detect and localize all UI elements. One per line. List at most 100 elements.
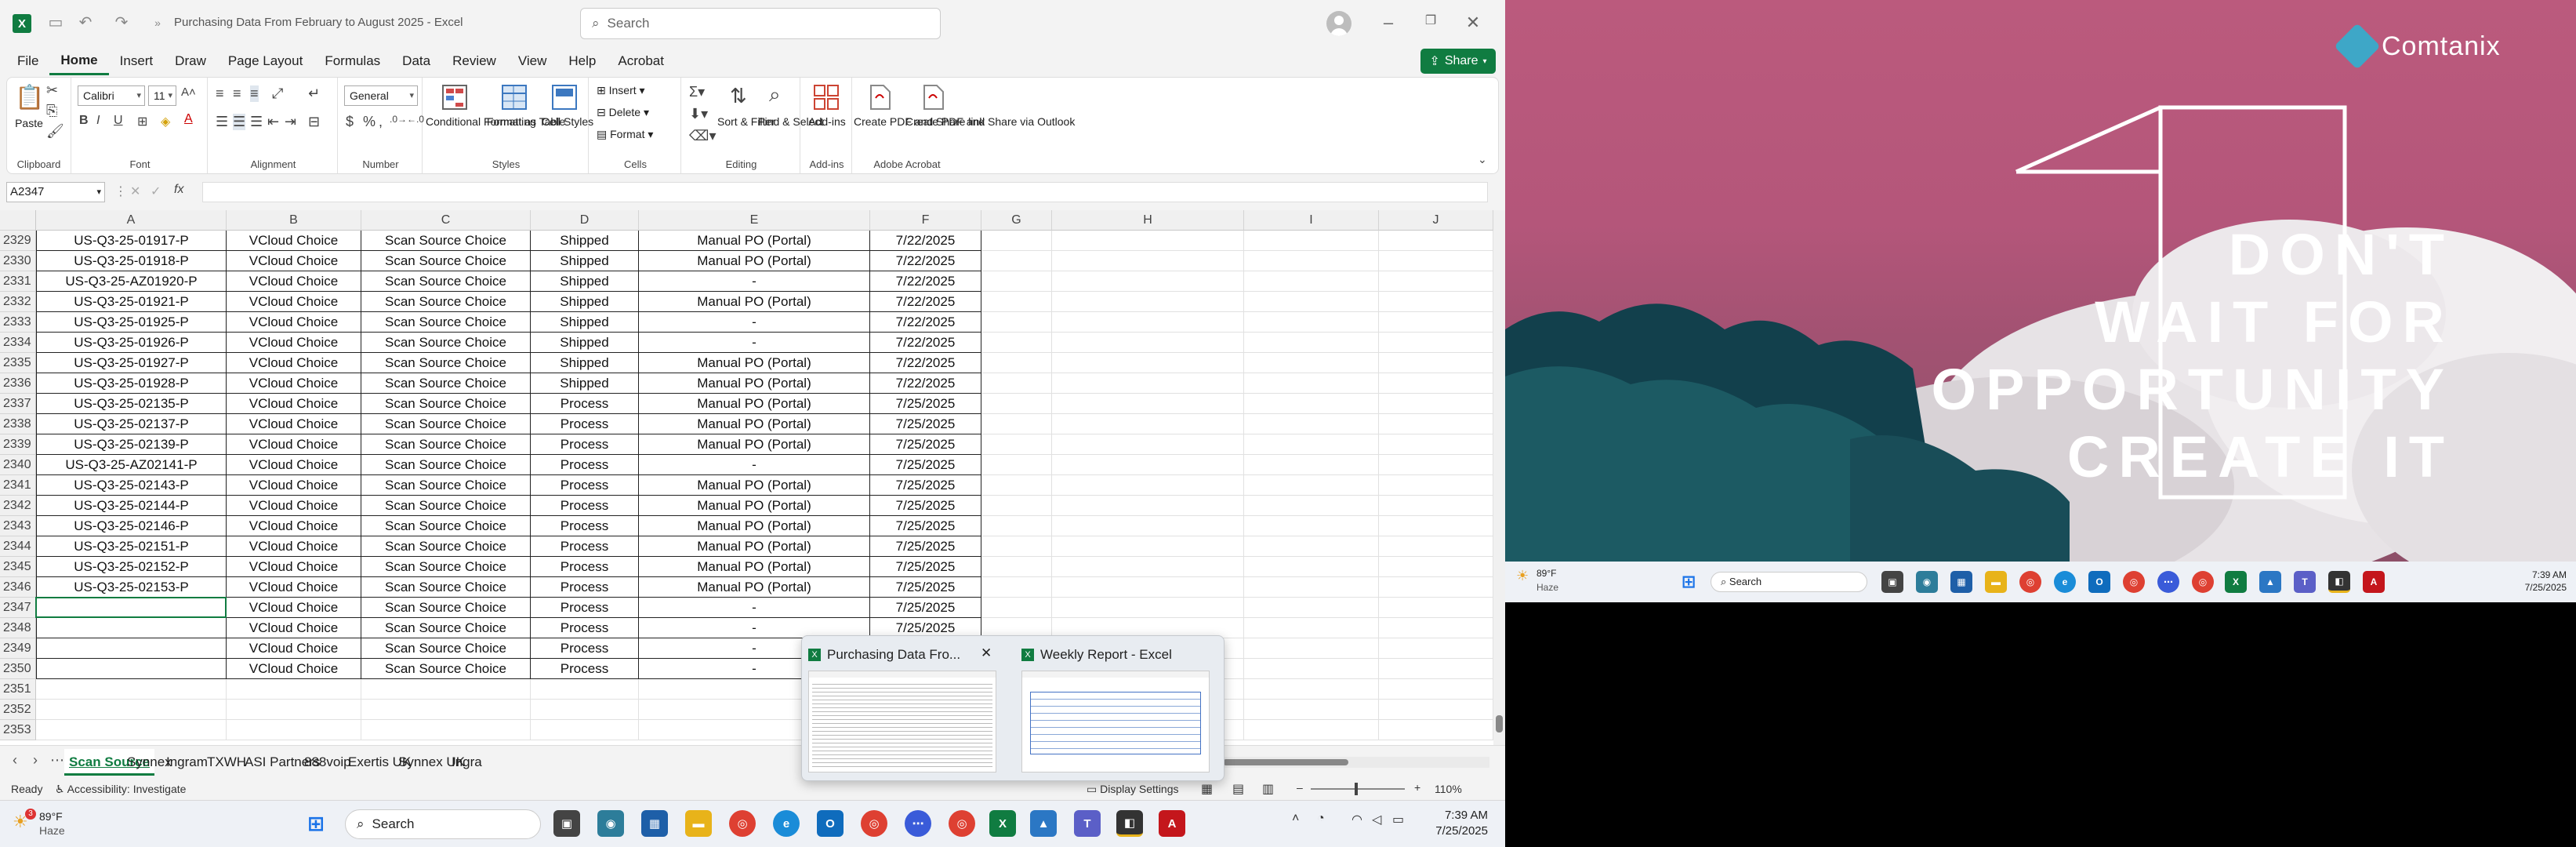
decrease-indent-icon[interactable]: ⇤: [267, 114, 279, 130]
name-box[interactable]: A2347 ▾: [6, 182, 105, 202]
row-header[interactable]: 2346: [0, 577, 36, 598]
display-settings[interactable]: ▭ Display Settings: [1087, 783, 1179, 796]
table-cell[interactable]: [1379, 251, 1493, 271]
table-cell[interactable]: Shipped: [531, 251, 639, 271]
table-cell[interactable]: US-Q3-25-02139-P: [36, 434, 227, 455]
row-header[interactable]: 2335: [0, 353, 36, 373]
table-cell[interactable]: [36, 598, 227, 618]
table-cell[interactable]: Shipped: [531, 292, 639, 312]
insert-function-icon[interactable]: fx: [174, 183, 183, 197]
table-cell[interactable]: [981, 251, 1052, 271]
number-format-select[interactable]: General ▾: [344, 85, 418, 106]
zoom-app-icon-2[interactable]: ⋯: [2157, 571, 2179, 593]
table-cell[interactable]: [981, 292, 1052, 312]
italic-icon[interactable]: I: [96, 114, 100, 128]
table-cell[interactable]: VCloud Choice: [227, 638, 361, 659]
underline-icon[interactable]: U: [114, 114, 123, 128]
table-cell[interactable]: [36, 638, 227, 659]
table-cell[interactable]: Scan Source Choice: [361, 251, 531, 271]
zoom-app-icon[interactable]: ⋯: [905, 810, 931, 837]
excel-taskbar-icon-2[interactable]: X: [2225, 571, 2247, 593]
table-cell[interactable]: 7/25/2025: [870, 455, 981, 475]
app-icon-2[interactable]: ◉: [1916, 571, 1938, 593]
table-cell[interactable]: [1052, 373, 1244, 394]
table-cell[interactable]: -: [639, 455, 870, 475]
table-cell[interactable]: VCloud Choice: [227, 434, 361, 455]
table-cell[interactable]: Process: [531, 394, 639, 414]
table-cell[interactable]: [1379, 333, 1493, 353]
autosave-icon[interactable]: ▭: [45, 13, 66, 33]
table-cell[interactable]: -: [639, 333, 870, 353]
normal-view-icon[interactable]: ▦: [1201, 781, 1213, 797]
table-cell[interactable]: [1379, 353, 1493, 373]
table-cell[interactable]: VCloud Choice: [227, 618, 361, 638]
row-header[interactable]: 2330: [0, 251, 36, 271]
tray-expand-icon[interactable]: ˄: [1292, 812, 1299, 826]
table-cell[interactable]: [1052, 271, 1244, 292]
table-cell[interactable]: [1052, 455, 1244, 475]
tab-data[interactable]: Data: [391, 47, 441, 75]
table-cell[interactable]: US-Q3-25-02153-P: [36, 577, 227, 598]
table-cell[interactable]: [981, 271, 1052, 292]
chrome-profile-icon[interactable]: ◎: [861, 810, 887, 837]
table-cell[interactable]: [1244, 455, 1379, 475]
table-cell[interactable]: Scan Source Choice: [361, 659, 531, 679]
table-cell[interactable]: Process: [531, 414, 639, 434]
row-header[interactable]: 2343: [0, 516, 36, 536]
excel-taskbar-icon[interactable]: X: [989, 810, 1016, 837]
column-header-b[interactable]: B: [227, 210, 361, 231]
table-cell[interactable]: Shipped: [531, 333, 639, 353]
table-cell[interactable]: [1244, 434, 1379, 455]
table-cell[interactable]: -: [639, 598, 870, 618]
teams-icon-2[interactable]: T: [2294, 571, 2316, 593]
table-cell[interactable]: [1244, 659, 1379, 679]
cell-styles-icon[interactable]: [550, 82, 579, 112]
row-header[interactable]: 2332: [0, 292, 36, 312]
table-cell[interactable]: Scan Source Choice: [361, 414, 531, 434]
table-cell[interactable]: [1052, 577, 1244, 598]
table-cell[interactable]: [36, 720, 227, 740]
table-cell[interactable]: [1052, 475, 1244, 496]
battery-icon[interactable]: ▭: [1392, 812, 1404, 827]
more-sheets-icon[interactable]: ⋯: [50, 752, 64, 769]
table-cell[interactable]: Scan Source Choice: [361, 618, 531, 638]
table-cell[interactable]: 7/25/2025: [870, 414, 981, 434]
row-header[interactable]: 2353: [0, 720, 36, 740]
table-cell[interactable]: US-Q3-25-AZ01920-P: [36, 271, 227, 292]
chrome-icon[interactable]: ◎: [729, 810, 756, 837]
align-left-icon[interactable]: ☰: [216, 114, 228, 130]
table-cell[interactable]: Scan Source Choice: [361, 231, 531, 251]
tab-review[interactable]: Review: [441, 47, 507, 75]
table-cell[interactable]: Manual PO (Portal): [639, 292, 870, 312]
table-cell[interactable]: Shipped: [531, 312, 639, 333]
zoom-in-icon[interactable]: +: [1414, 781, 1420, 794]
table-cell[interactable]: Manual PO (Portal): [639, 414, 870, 434]
row-header[interactable]: 2345: [0, 557, 36, 577]
conditional-formatting-button[interactable]: Conditional Formatting: [426, 115, 536, 129]
table-cell[interactable]: Manual PO (Portal): [639, 394, 870, 414]
table-cell[interactable]: [1052, 353, 1244, 373]
table-cell[interactable]: [1244, 496, 1379, 516]
align-top-icon[interactable]: ≡: [216, 85, 224, 102]
table-cell[interactable]: [1052, 312, 1244, 333]
table-cell[interactable]: [361, 700, 531, 720]
table-cell[interactable]: US-Q3-25-02144-P: [36, 496, 227, 516]
sort-filter-icon[interactable]: ⇅: [730, 84, 747, 108]
table-cell[interactable]: [36, 659, 227, 679]
table-cell[interactable]: [1244, 557, 1379, 577]
create-pdf-outlook-icon[interactable]: [918, 82, 948, 112]
row-header[interactable]: 2347: [0, 598, 36, 618]
close-icon[interactable]: ✕: [1461, 13, 1485, 33]
wifi-icon[interactable]: ◠: [1351, 812, 1362, 827]
page-layout-view-icon[interactable]: ▤: [1232, 781, 1244, 797]
acrobat-icon[interactable]: A: [1159, 810, 1185, 837]
table-cell[interactable]: [1244, 271, 1379, 292]
table-cell[interactable]: [1244, 598, 1379, 618]
table-cell[interactable]: [981, 312, 1052, 333]
table-cell[interactable]: [981, 536, 1052, 557]
table-cell[interactable]: [1379, 312, 1493, 333]
decrease-decimal-icon[interactable]: ←.0: [407, 114, 424, 125]
percent-icon[interactable]: %: [363, 114, 376, 130]
row-header[interactable]: 2342: [0, 496, 36, 516]
cell-styles-button[interactable]: Cell Styles: [542, 115, 593, 129]
